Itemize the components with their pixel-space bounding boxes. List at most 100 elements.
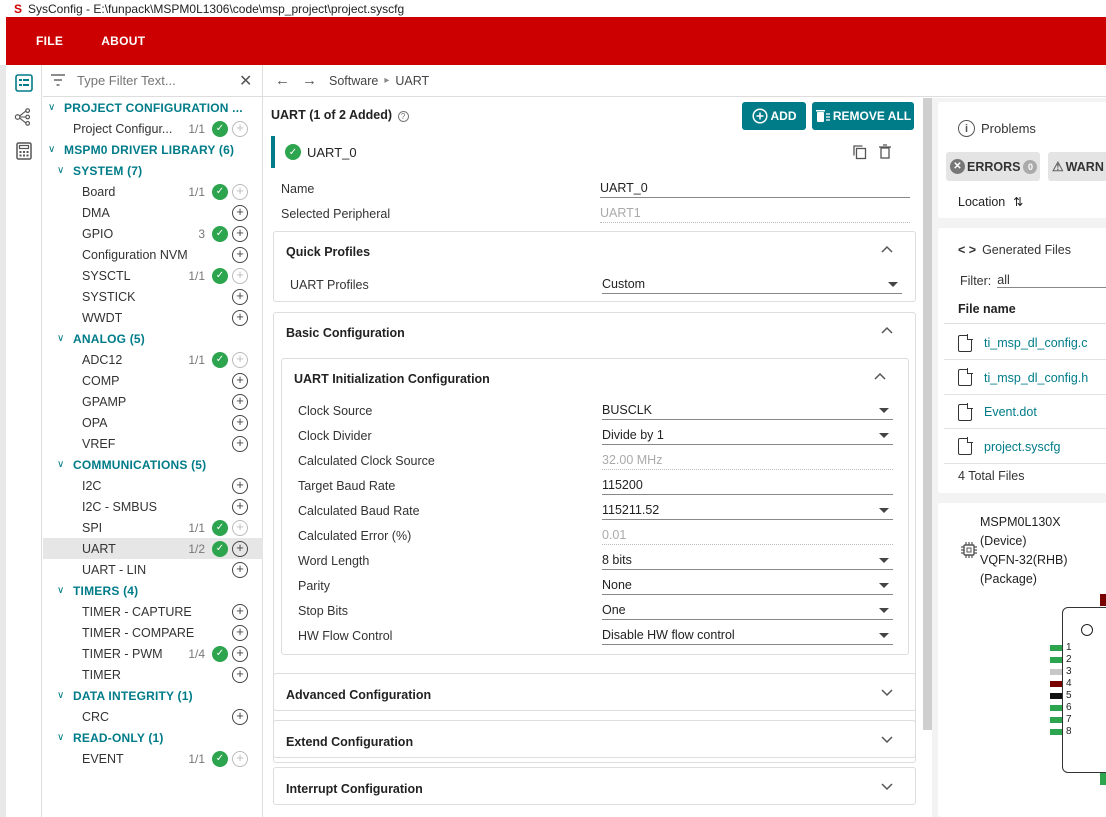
tree-item-event[interactable]: EVENT 1/1 ✓ + — [43, 748, 263, 769]
tree-item-i2c-smbus[interactable]: I2C - SMBUS + — [43, 496, 263, 517]
quick-profiles-header[interactable]: Quick Profiles — [286, 245, 370, 259]
copy-icon[interactable] — [852, 144, 868, 163]
tree-item-spi[interactable]: SPI 1/1 ✓ + — [43, 517, 263, 538]
clear-filter-icon[interactable]: ✕ — [239, 71, 252, 91]
tree-item-configuration-nvm[interactable]: Configuration NVM + — [43, 244, 263, 265]
tree-group-2[interactable]: ∨ COMMUNICATIONS (5) — [43, 454, 263, 475]
add-instance-icon[interactable]: + — [232, 225, 248, 242]
tree-item-uart-lin[interactable]: UART - LIN + — [43, 559, 263, 580]
help-icon[interactable]: ? — [397, 111, 409, 122]
calculated-baud-rate-select[interactable]: 115211.52 — [602, 502, 893, 520]
hw-flow-control-select[interactable]: Disable HW flow control — [602, 627, 893, 645]
clock-source-select[interactable]: BUSCLK — [602, 402, 893, 420]
clock-divider-select[interactable]: Divide by 1 — [602, 427, 893, 445]
chevron-down-icon[interactable]: ∨ — [57, 732, 67, 743]
add-instance-icon[interactable]: + — [232, 561, 248, 578]
add-instance-icon[interactable]: + — [232, 477, 248, 494]
tree-item-uart[interactable]: UART 1/2 ✓ + — [43, 538, 263, 559]
tree-group-1[interactable]: ∨ ANALOG (5) — [43, 328, 263, 349]
file-link[interactable]: ti_msp_dl_config.c — [984, 336, 1088, 350]
add-instance-icon[interactable]: + — [232, 708, 248, 725]
tree-item-timer[interactable]: TIMER + — [43, 664, 263, 685]
package-pin[interactable] — [1050, 681, 1062, 687]
tree-item-gpio[interactable]: GPIO 3 ✓ + — [43, 223, 263, 244]
tree-group-3[interactable]: ∨ TIMERS (4) — [43, 580, 263, 601]
main-scrollbar[interactable] — [923, 98, 932, 730]
generated-file-item[interactable]: ti_msp_dl_config.h — [958, 365, 1088, 391]
add-instance-icon[interactable]: + — [232, 666, 248, 683]
add-instance-icon[interactable]: + — [232, 246, 248, 263]
profiles-select[interactable]: Custom — [602, 276, 902, 294]
chevron-down-icon[interactable]: ∨ — [48, 102, 58, 113]
tree-item-systick[interactable]: SYSTICK + — [43, 286, 263, 307]
advanced-expand-icon[interactable] — [881, 686, 893, 700]
chevron-down-icon[interactable]: ∨ — [48, 144, 58, 155]
generated-file-item[interactable]: project.syscfg — [958, 434, 1060, 460]
tree-item-timer-pwm[interactable]: TIMER - PWM 1/4 ✓ + — [43, 643, 263, 664]
package-pin[interactable] — [1050, 669, 1062, 675]
generated-file-item[interactable]: Event.dot — [958, 399, 1037, 425]
add-instance-icon[interactable]: + — [232, 288, 248, 305]
tree-item-i2c[interactable]: I2C + — [43, 475, 263, 496]
chevron-down-icon[interactable]: ∨ — [57, 585, 67, 596]
chevron-down-icon[interactable]: ∨ — [57, 459, 67, 470]
warnings-filter-button[interactable]: ⚠ WARN — [1048, 152, 1106, 181]
tree-item-adc12[interactable]: ADC12 1/1 ✓ + — [43, 349, 263, 370]
software-view-icon[interactable] — [14, 73, 34, 93]
add-instance-icon[interactable]: + — [232, 393, 248, 410]
extend-config-card[interactable]: Extend Configuration — [273, 720, 916, 758]
tree-project-header[interactable]: ∨ PROJECT CONFIGURATION ... — [43, 97, 263, 118]
tree-item-gpamp[interactable]: GPAMP + — [43, 391, 263, 412]
delete-icon[interactable] — [878, 144, 892, 163]
add-instance-icon[interactable]: + — [232, 204, 248, 221]
tree-item-project-configuration[interactable]: Project Configur... 1/1 ✓ + — [43, 118, 263, 139]
chevron-down-icon[interactable]: ∨ — [57, 165, 67, 176]
add-instance-icon[interactable]: + — [232, 435, 248, 452]
filter-input[interactable] — [77, 73, 227, 88]
tree-library-header[interactable]: ∨ MSPM0 DRIVER LIBRARY (6) — [43, 139, 263, 160]
tree-item-vref[interactable]: VREF + — [43, 433, 263, 454]
add-instance-icon[interactable]: + — [232, 498, 248, 515]
quick-profiles-collapse-icon[interactable] — [881, 242, 893, 256]
add-instance-icon[interactable]: + — [232, 309, 248, 326]
tree-group-4[interactable]: ∨ DATA INTEGRITY (1) — [43, 685, 263, 706]
package-pin[interactable] — [1050, 705, 1062, 711]
files-filter-select[interactable]: all — [997, 273, 1106, 288]
calculator-icon[interactable] — [14, 141, 34, 161]
tree-item-crc[interactable]: CRC + — [43, 706, 263, 727]
package-pin[interactable] — [1050, 657, 1062, 663]
interrupt-config-card[interactable]: Interrupt Configuration — [273, 767, 916, 805]
tree-item-dma[interactable]: DMA + — [43, 202, 263, 223]
add-button[interactable]: ADD — [742, 102, 806, 130]
word-length-select[interactable]: 8 bits — [602, 552, 893, 570]
add-instance-icon[interactable]: + — [232, 372, 248, 389]
interrupt-expand-icon[interactable] — [881, 780, 893, 794]
tree-item-sysctl[interactable]: SYSCTL 1/1 ✓ + — [43, 265, 263, 286]
add-instance-icon[interactable]: + — [232, 645, 248, 662]
tree-item-comp[interactable]: COMP + — [43, 370, 263, 391]
tree-item-timer-compare[interactable]: TIMER - COMPARE + — [43, 622, 263, 643]
file-link[interactable]: project.syscfg — [984, 440, 1060, 454]
advanced-config-card[interactable]: Advanced Configuration — [273, 673, 916, 711]
add-instance-icon[interactable]: + — [232, 540, 248, 557]
basic-config-header[interactable]: Basic Configuration — [286, 326, 405, 340]
errors-filter-button[interactable]: ✕ ERRORS 0 — [946, 152, 1040, 181]
uart-init-header[interactable]: UART Initialization Configuration — [294, 372, 490, 386]
uart-init-collapse-icon[interactable] — [874, 369, 886, 383]
remove-all-button[interactable]: REMOVE ALL — [812, 102, 914, 130]
tree-group-0[interactable]: ∨ SYSTEM (7) — [43, 160, 263, 181]
extend-expand-icon[interactable] — [881, 733, 893, 747]
tree-item-board[interactable]: Board 1/1 ✓ + — [43, 181, 263, 202]
breadcrumb-software[interactable]: Software — [329, 74, 378, 88]
add-instance-icon[interactable]: + — [232, 624, 248, 641]
forward-arrow-icon[interactable]: → — [302, 72, 317, 89]
chevron-down-icon[interactable]: ∨ — [57, 333, 67, 344]
add-instance-icon[interactable]: + — [232, 414, 248, 431]
package-pin[interactable] — [1050, 717, 1062, 723]
tree-item-timer-capture[interactable]: TIMER - CAPTURE + — [43, 601, 263, 622]
basic-config-collapse-icon[interactable] — [881, 323, 893, 337]
hierarchy-view-icon[interactable] — [14, 107, 34, 127]
stop-bits-select[interactable]: One — [602, 602, 893, 620]
tree-group-5[interactable]: ∨ READ-ONLY (1) — [43, 727, 263, 748]
chevron-down-icon[interactable]: ∨ — [57, 690, 67, 701]
